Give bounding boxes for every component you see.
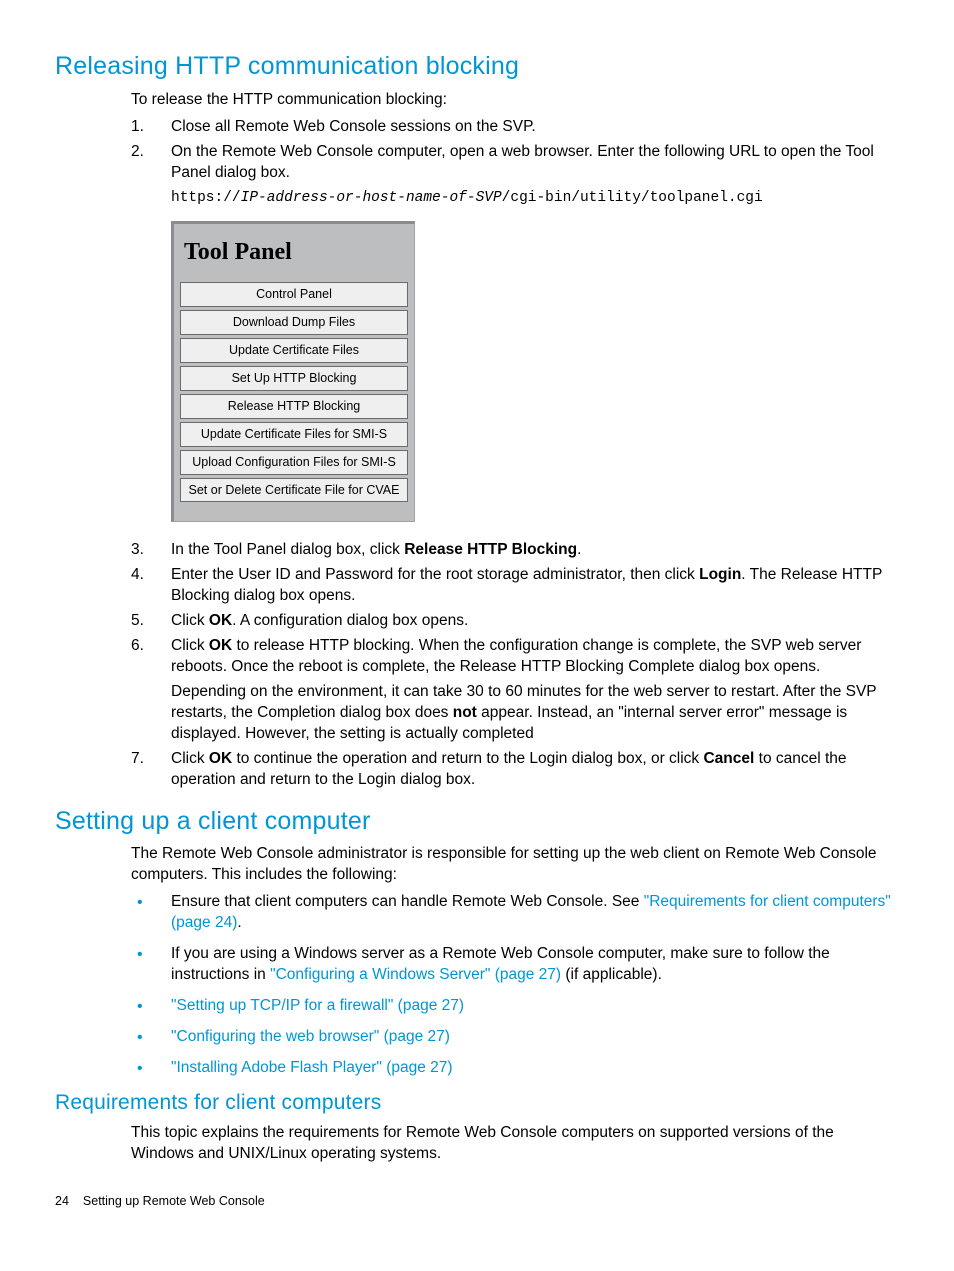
step-text: Click OK to release HTTP blocking. When … — [171, 636, 899, 678]
step-6: Click OK to release HTTP blocking. When … — [131, 636, 899, 745]
step-text: Close all Remote Web Console sessions on… — [171, 117, 899, 138]
tool-panel-title: Tool Panel — [184, 236, 408, 268]
link-flash-player[interactable]: "Installing Adobe Flash Player" (page 27… — [171, 1059, 453, 1076]
url-prefix: https:// — [171, 190, 241, 206]
tool-panel-button[interactable]: Control Panel — [180, 282, 408, 307]
step-3: In the Tool Panel dialog box, click Rele… — [131, 540, 899, 561]
link-web-browser[interactable]: "Configuring the web browser" (page 27) — [171, 1028, 450, 1045]
tool-panel-button[interactable]: Set Up HTTP Blocking — [180, 366, 408, 391]
tool-panel-dialog: Tool Panel Control Panel Download Dump F… — [171, 221, 415, 522]
url-code: https://IP-address-or-host-name-of-SVP/c… — [171, 189, 899, 209]
bullet-item: "Installing Adobe Flash Player" (page 27… — [131, 1058, 899, 1079]
step-note: Depending on the environment, it can tak… — [171, 682, 899, 745]
intro-text: The Remote Web Console administrator is … — [131, 844, 899, 886]
step-text: In the Tool Panel dialog box, click Rele… — [171, 540, 899, 561]
intro-text: This topic explains the requirements for… — [131, 1123, 899, 1165]
page-number: 24 — [55, 1194, 69, 1208]
step-text: On the Remote Web Console computer, open… — [171, 142, 899, 184]
heading-requirements: Requirements for client computers — [55, 1089, 899, 1117]
page-footer: 24 Setting up Remote Web Console — [55, 1193, 899, 1210]
bullet-item: If you are using a Windows server as a R… — [131, 944, 899, 986]
bullet-item: "Setting up TCP/IP for a firewall" (page… — [131, 996, 899, 1017]
steps-list: Close all Remote Web Console sessions on… — [131, 117, 899, 791]
tool-panel-button[interactable]: Release HTTP Blocking — [180, 394, 408, 419]
tool-panel-button[interactable]: Set or Delete Certificate File for CVAE — [180, 478, 408, 503]
step-7: Click OK to continue the operation and r… — [131, 749, 899, 791]
tool-panel-button[interactable]: Upload Configuration Files for SMI-S — [180, 450, 408, 475]
bullet-list: Ensure that client computers can handle … — [131, 892, 899, 1078]
step-4: Enter the User ID and Password for the r… — [131, 565, 899, 607]
url-suffix: /cgi-bin/utility/toolpanel.cgi — [502, 190, 763, 206]
step-1: Close all Remote Web Console sessions on… — [131, 117, 899, 138]
tool-panel-screenshot: Tool Panel Control Panel Download Dump F… — [171, 221, 899, 522]
step-text: Click OK. A configuration dialog box ope… — [171, 611, 899, 632]
step-text: Click OK to continue the operation and r… — [171, 749, 899, 791]
tool-panel-button[interactable]: Update Certificate Files — [180, 338, 408, 363]
heading-releasing-http: Releasing HTTP communication blocking — [55, 50, 899, 84]
heading-setting-up-client: Setting up a client computer — [55, 805, 899, 839]
step-2: On the Remote Web Console computer, open… — [131, 142, 899, 523]
link-tcpip-firewall[interactable]: "Setting up TCP/IP for a firewall" (page… — [171, 997, 464, 1014]
intro-text: To release the HTTP communication blocki… — [131, 90, 899, 111]
bullet-item: Ensure that client computers can handle … — [131, 892, 899, 934]
link-windows-server[interactable]: "Configuring a Windows Server" (page 27) — [270, 966, 561, 983]
step-5: Click OK. A configuration dialog box ope… — [131, 611, 899, 632]
url-variable: IP-address-or-host-name-of-SVP — [241, 190, 502, 206]
footer-title: Setting up Remote Web Console — [83, 1194, 265, 1208]
step-text: Enter the User ID and Password for the r… — [171, 565, 899, 607]
tool-panel-button[interactable]: Update Certificate Files for SMI-S — [180, 422, 408, 447]
tool-panel-button[interactable]: Download Dump Files — [180, 310, 408, 335]
bullet-item: "Configuring the web browser" (page 27) — [131, 1027, 899, 1048]
